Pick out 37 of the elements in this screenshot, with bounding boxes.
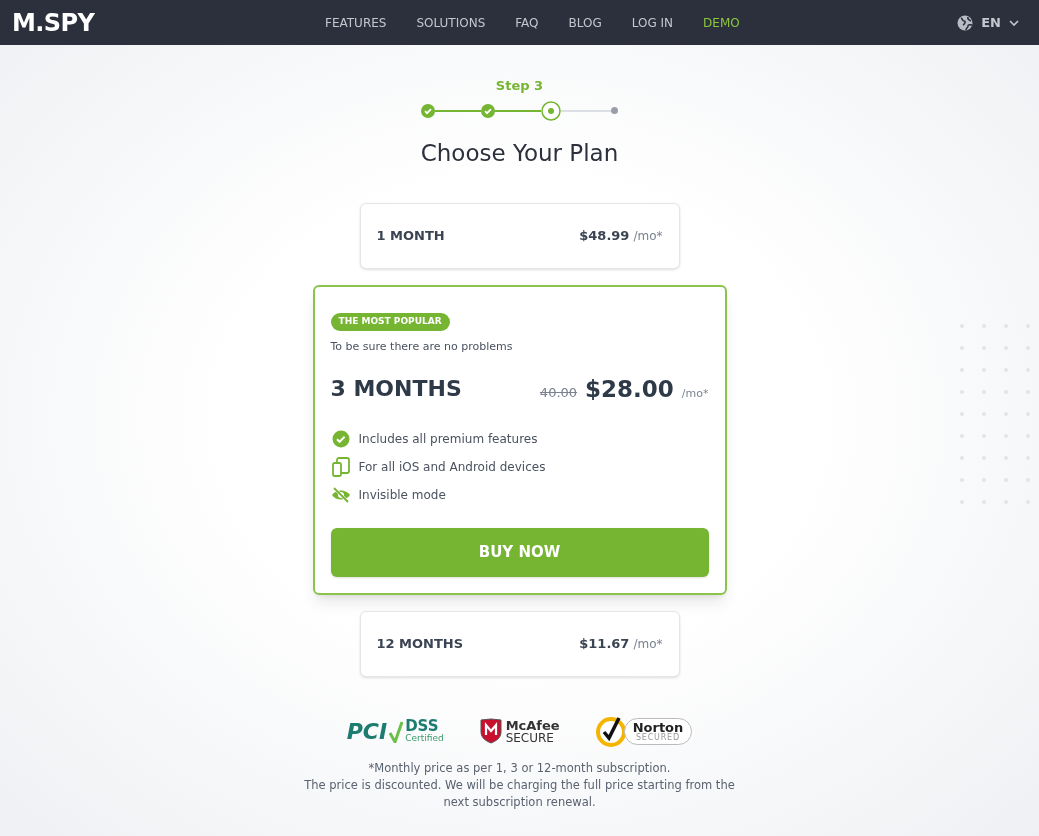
plan-card[interactable]: 12 MONTHS $11.67 /mo* <box>359 611 680 677</box>
footnote-text: The price is discounted. We will be charging the full price starting from the next subscription renewal. <box>303 777 736 811</box>
norton-secured-logo: Norton SECURED <box>595 714 693 748</box>
feature-text: Includes all premium features <box>358 431 538 448</box>
plan-card[interactable]: 1 MONTH $48.99 /mo* <box>359 203 680 269</box>
footnote-text: *Monthly price as per 1, 3 or 12-month subscription. <box>368 760 671 777</box>
nav-link[interactable]: BLOG <box>568 13 602 32</box>
language-selector[interactable]: EN <box>957 12 1019 33</box>
plan-name: 1 MONTH <box>376 227 445 246</box>
mcafee-secure-logo: McAfee SECURE <box>479 718 560 744</box>
nav-link[interactable]: SOLUTIONS <box>416 13 486 32</box>
check-circle-icon <box>331 430 350 448</box>
price-unit: /mo* <box>681 385 709 402</box>
plan-subtitle: To be sure there are no problems <box>330 339 514 355</box>
old-price: 40.00 <box>539 383 578 402</box>
feature-text: Invisible mode <box>358 487 446 504</box>
plan-price: $48.99 <box>579 227 630 246</box>
popular-tag: THE MOST POPULAR <box>330 313 450 331</box>
devices-icon <box>331 457 350 477</box>
nav-link[interactable]: FEATURES <box>325 13 387 32</box>
nav-link[interactable]: FAQ <box>515 13 539 32</box>
price-unit: /mo* <box>633 228 663 246</box>
globe-icon <box>957 14 974 31</box>
price-unit: /mo* <box>633 636 663 654</box>
site-logo[interactable]: M.SPY <box>12 4 292 41</box>
plan-price: $28.00 <box>585 374 674 404</box>
pci-dss-logo: PCI DSS Certified <box>346 719 444 743</box>
step-label: Step 3 <box>495 77 544 95</box>
plan-name: 12 MONTHS <box>376 635 464 654</box>
plan-name: 3 MONTHS <box>330 375 462 404</box>
feature-text: For all iOS and Android devices <box>358 459 546 476</box>
nav-link[interactable]: DEMO <box>703 13 740 32</box>
chevron-down-icon <box>1009 19 1019 26</box>
eye-crossed-icon <box>330 487 351 503</box>
page-title: Choose Your Plan <box>420 138 619 168</box>
plan-price: $11.67 <box>579 635 630 654</box>
nav-link[interactable]: LOG IN <box>631 13 674 32</box>
